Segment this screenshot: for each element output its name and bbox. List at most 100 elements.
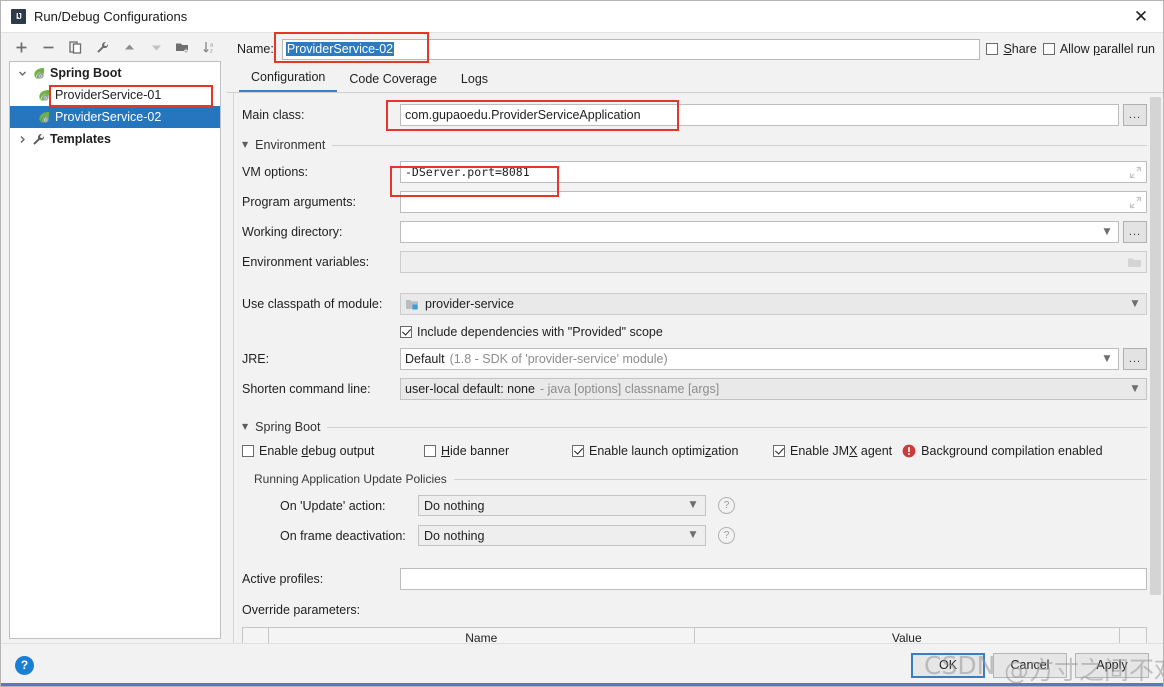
- expand-editor-icon[interactable]: [1129, 196, 1142, 209]
- program-arguments-input[interactable]: [400, 191, 1147, 213]
- tab-configuration[interactable]: Configuration: [239, 67, 338, 92]
- main-class-label: Main class:: [242, 108, 305, 122]
- chevron-down-icon[interactable]: [16, 67, 29, 80]
- share-label: Share: [1003, 42, 1037, 56]
- svg-text:0: 0: [44, 117, 47, 122]
- chevron-down-icon[interactable]: ▼: [1100, 227, 1114, 237]
- checkbox-box: [400, 326, 412, 338]
- tree-node-spring-boot[interactable]: 0 Spring Boot: [10, 62, 220, 84]
- taskbar-accent-line: [1, 683, 1163, 686]
- jre-combo[interactable]: Default (1.8 - SDK of 'provider-service'…: [400, 348, 1119, 370]
- folder-icon[interactable]: [1127, 256, 1142, 269]
- apply-button[interactable]: Apply: [1075, 652, 1149, 678]
- move-down-icon[interactable]: [148, 39, 164, 55]
- help-icon[interactable]: ?: [718, 527, 735, 544]
- chevron-down-icon[interactable]: ▼: [1128, 299, 1142, 309]
- working-directory-input[interactable]: ▼: [400, 221, 1119, 243]
- share-checkbox[interactable]: Share: [986, 42, 1037, 56]
- main-class-input[interactable]: com.gupaoedu.ProviderServiceApplication: [400, 104, 1119, 126]
- configuration-editor-panel: Name: ProviderService-02 Share Allow par…: [227, 33, 1163, 643]
- environment-variables-label: Environment variables:: [242, 255, 370, 269]
- configurations-toolbar: a z: [1, 33, 227, 61]
- intellij-idea-logo: [11, 9, 26, 24]
- classpath-module-value: provider-service: [425, 297, 514, 311]
- add-icon[interactable]: [13, 39, 29, 55]
- tree-node-label: ProviderService-01: [55, 88, 162, 102]
- main-class-browse-button[interactable]: ...: [1123, 104, 1147, 126]
- chevron-down-icon[interactable]: ▼: [686, 531, 700, 540]
- configuration-name-input[interactable]: ProviderService-02: [281, 38, 981, 60]
- active-profiles-input[interactable]: [400, 568, 1147, 590]
- collapse-triangle-icon[interactable]: ▼: [242, 423, 248, 431]
- jre-label: JRE:: [242, 352, 270, 366]
- working-directory-label: Working directory:: [242, 225, 343, 239]
- name-label: Name:: [237, 42, 274, 56]
- tab-bar: Configuration Code Coverage Logs: [227, 65, 1163, 93]
- tree-node-label: Spring Boot: [50, 66, 122, 80]
- on-frame-deactivation-label: On frame deactivation:: [280, 528, 406, 543]
- chevron-right-icon[interactable]: [16, 133, 29, 146]
- vertical-scrollbar[interactable]: [1150, 97, 1161, 639]
- collapse-triangle-icon[interactable]: ▼: [242, 141, 248, 149]
- classpath-module-combo[interactable]: provider-service ▼: [400, 293, 1147, 315]
- allow-parallel-run-label: Allow parallel run: [1059, 42, 1155, 56]
- checkbox-box: [773, 445, 785, 457]
- chevron-down-icon[interactable]: ▼: [1100, 354, 1114, 364]
- tree-node-templates[interactable]: Templates: [10, 128, 220, 150]
- enable-launch-optimization-checkbox[interactable]: Enable launch optimization: [572, 444, 773, 458]
- configurations-tree[interactable]: 0 Spring Boot 0 ProviderService-01 0 Pro…: [9, 61, 221, 639]
- ok-button[interactable]: OK: [911, 652, 985, 678]
- scrollbar-thumb[interactable]: [1150, 97, 1161, 595]
- hide-banner-label: Hide banner: [441, 444, 510, 458]
- tree-node-providerservice-01[interactable]: 0 ProviderService-01: [10, 84, 220, 106]
- new-folder-icon[interactable]: [175, 39, 191, 55]
- environment-variables-input[interactable]: [400, 251, 1147, 273]
- group-divider: [453, 478, 1147, 480]
- jre-hint: (1.8 - SDK of 'provider-service' module): [449, 352, 668, 366]
- sort-alphabetically-icon[interactable]: a z: [202, 39, 218, 55]
- table-column-actions[interactable]: [1120, 628, 1146, 643]
- jre-value: Default: [405, 352, 445, 366]
- override-parameters-table-header: Name Value: [242, 627, 1147, 643]
- edit-templates-wrench-icon[interactable]: [94, 39, 110, 55]
- on-update-action-combo[interactable]: Do nothing ▼: [418, 495, 706, 516]
- tab-code-coverage[interactable]: Code Coverage: [337, 69, 449, 92]
- tab-logs[interactable]: Logs: [449, 69, 500, 92]
- shorten-command-line-row: Shorten command line: user-local default…: [242, 378, 1147, 400]
- hide-banner-checkbox[interactable]: Hide banner: [424, 444, 572, 458]
- group-divider: [327, 426, 1147, 428]
- close-icon[interactable]: ✕: [1119, 1, 1163, 32]
- jre-browse-button[interactable]: ...: [1123, 348, 1147, 370]
- shorten-command-line-combo[interactable]: user-local default: none - java [options…: [400, 378, 1147, 400]
- chevron-down-icon[interactable]: ▼: [1128, 384, 1142, 394]
- enable-jmx-agent-checkbox[interactable]: Enable JMX agent: [773, 444, 892, 458]
- enable-jmx-agent-label: Enable JMX agent: [790, 444, 893, 458]
- help-icon[interactable]: ?: [15, 655, 34, 675]
- on-frame-deactivation-value: Do nothing: [424, 528, 485, 543]
- classpath-module-row: Use classpath of module: provider-servic…: [242, 293, 1147, 315]
- cancel-button[interactable]: Cancel: [993, 652, 1067, 678]
- vm-options-input[interactable]: -DServer.port=8081: [400, 161, 1147, 183]
- module-icon: [405, 298, 419, 311]
- allow-parallel-run-checkbox[interactable]: Allow parallel run: [1042, 42, 1155, 56]
- on-frame-deactivation-row: On frame deactivation: Do nothing ▼ ?: [280, 525, 1147, 546]
- copy-icon[interactable]: [67, 39, 83, 55]
- working-directory-browse-button[interactable]: ...: [1123, 221, 1147, 243]
- chevron-down-icon[interactable]: ▼: [686, 501, 700, 510]
- on-frame-deactivation-combo[interactable]: Do nothing ▼: [418, 525, 706, 546]
- background-compilation-warning-label: Background compilation enabled: [921, 444, 1103, 458]
- on-update-action-label: On 'Update' action:: [280, 498, 386, 513]
- svg-text:z: z: [210, 48, 213, 54]
- override-parameters-label: Override parameters:: [242, 603, 361, 617]
- table-column-value[interactable]: Value: [695, 628, 1120, 643]
- help-icon[interactable]: ?: [718, 497, 735, 514]
- enable-debug-output-checkbox[interactable]: Enable debug output: [242, 444, 424, 458]
- table-column-name[interactable]: Name: [269, 628, 695, 643]
- expand-editor-icon[interactable]: [1129, 166, 1142, 179]
- vm-options-label: VM options:: [242, 165, 309, 179]
- remove-icon[interactable]: [40, 39, 56, 55]
- move-up-icon[interactable]: [121, 39, 137, 55]
- svg-text:0: 0: [39, 73, 42, 78]
- include-provided-checkbox[interactable]: Include dependencies with "Provided" sco…: [400, 325, 663, 339]
- tree-node-providerservice-02[interactable]: 0 ProviderService-02: [10, 106, 220, 128]
